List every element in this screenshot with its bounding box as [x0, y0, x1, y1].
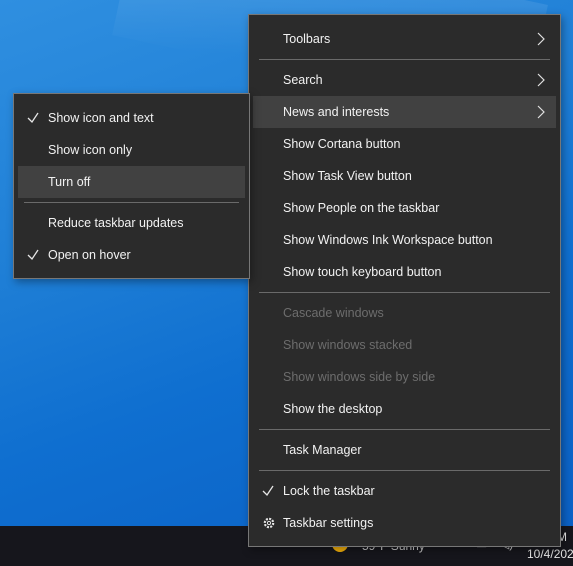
clock-date[interactable]: 10/4/2021: [527, 547, 573, 561]
menu-item-label: Reduce taskbar updates: [48, 216, 184, 230]
checkmark-icon: [262, 485, 274, 497]
menu-item-label: Show icon and text: [48, 111, 154, 125]
menu-item-label: Show Task View button: [283, 169, 412, 183]
menu-item-lock-the-taskbar[interactable]: Lock the taskbar: [253, 475, 556, 507]
menu-item-search[interactable]: Search: [253, 64, 556, 96]
menu-item-show-task-view-button[interactable]: Show Task View button: [253, 160, 556, 192]
checkmark-icon: [27, 112, 39, 124]
menu-item-label: Turn off: [48, 175, 91, 189]
submenu-item-turn-off[interactable]: Turn off: [18, 166, 245, 198]
desktop: 59°F Sunny ^ ▭ ◁) M 10/4/2021 Toolbars S…: [0, 0, 573, 566]
menu-item-label: Show Windows Ink Workspace button: [283, 233, 493, 247]
menu-item-label: Task Manager: [283, 443, 362, 457]
checkmark-icon: [27, 249, 39, 261]
menu-separator: [259, 292, 550, 293]
menu-item-label: Show the desktop: [283, 402, 383, 416]
chevron-right-icon: [537, 73, 545, 87]
menu-item-show-people[interactable]: Show People on the taskbar: [253, 192, 556, 224]
chevron-right-icon: [537, 32, 545, 46]
menu-item-label: Show Cortana button: [283, 137, 401, 151]
menu-separator: [259, 59, 550, 60]
menu-item-show-windows-ink[interactable]: Show Windows Ink Workspace button: [253, 224, 556, 256]
menu-item-show-windows-stacked: Show windows stacked: [253, 329, 556, 361]
menu-item-task-manager[interactable]: Task Manager: [253, 434, 556, 466]
menu-separator: [259, 470, 550, 471]
chevron-right-icon: [537, 105, 545, 119]
menu-item-label: Search: [283, 73, 323, 87]
menu-item-news-and-interests[interactable]: News and interests: [253, 96, 556, 128]
gear-icon: [263, 517, 275, 529]
menu-item-show-touch-keyboard[interactable]: Show touch keyboard button: [253, 256, 556, 288]
menu-item-label: Toolbars: [283, 32, 331, 46]
menu-item-label: Show icon only: [48, 143, 133, 157]
menu-item-label: Show windows stacked: [283, 338, 413, 352]
menu-item-show-the-desktop[interactable]: Show the desktop: [253, 393, 556, 425]
menu-item-label: News and interests: [283, 105, 390, 119]
submenu-item-show-icon-and-text[interactable]: Show icon and text: [18, 102, 245, 134]
menu-item-label: Open on hover: [48, 248, 131, 262]
menu-item-show-windows-side-by-side: Show windows side by side: [253, 361, 556, 393]
menu-item-show-cortana-button[interactable]: Show Cortana button: [253, 128, 556, 160]
menu-item-toolbars[interactable]: Toolbars: [253, 23, 556, 55]
menu-item-cascade-windows: Cascade windows: [253, 297, 556, 329]
taskbar-context-menu: Toolbars Search News and interests Show …: [248, 14, 561, 547]
submenu-item-open-on-hover[interactable]: Open on hover: [18, 239, 245, 271]
menu-separator: [259, 429, 550, 430]
menu-item-label: Show windows side by side: [283, 370, 436, 384]
submenu-item-show-icon-only[interactable]: Show icon only: [18, 134, 245, 166]
menu-item-label: Show People on the taskbar: [283, 201, 440, 215]
menu-item-taskbar-settings[interactable]: Taskbar settings: [253, 507, 556, 539]
submenu-item-reduce-taskbar-updates[interactable]: Reduce taskbar updates: [18, 207, 245, 239]
menu-item-label: Show touch keyboard button: [283, 265, 442, 279]
menu-item-label: Cascade windows: [283, 306, 384, 320]
news-and-interests-submenu: Show icon and text Show icon only Turn o…: [13, 93, 250, 279]
menu-separator: [24, 202, 239, 203]
menu-item-label: Lock the taskbar: [283, 484, 375, 498]
menu-item-label: Taskbar settings: [283, 516, 374, 530]
